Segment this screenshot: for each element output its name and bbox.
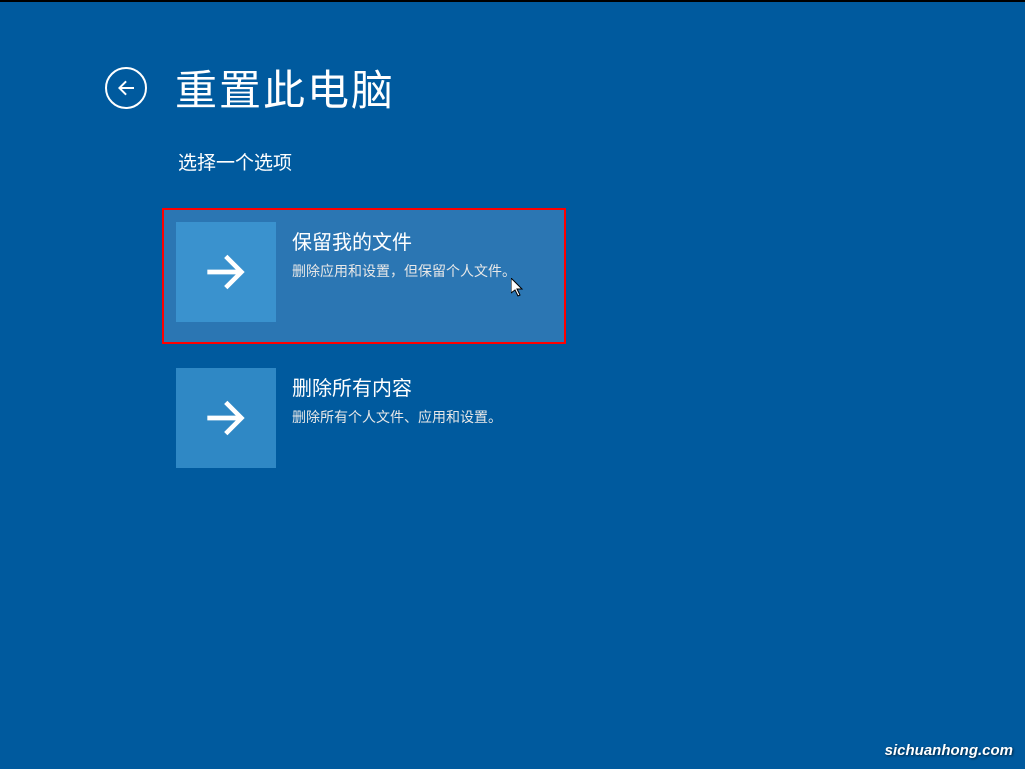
subtitle: 选择一个选项 — [178, 148, 1025, 175]
arrow-right-icon — [176, 368, 276, 468]
arrow-right-icon — [176, 222, 276, 322]
option-desc: 删除所有个人文件、应用和设置。 — [292, 407, 502, 427]
watermark: sichuanhong.com — [885, 742, 1013, 759]
back-button[interactable] — [105, 67, 147, 109]
option-title: 删除所有内容 — [292, 372, 502, 401]
page-title: 重置此电脑 — [175, 57, 395, 118]
option-text: 保留我的文件 删除应用和设置，但保留个人文件。 — [292, 222, 516, 281]
option-text: 删除所有内容 删除所有个人文件、应用和设置。 — [292, 368, 502, 427]
page-header: 重置此电脑 — [0, 2, 1025, 118]
options-container: 保留我的文件 删除应用和设置，但保留个人文件。 删除所有内容 删除所有个人文件、… — [164, 210, 1025, 488]
option-keep-files[interactable]: 保留我的文件 删除应用和设置，但保留个人文件。 — [164, 210, 564, 342]
option-title: 保留我的文件 — [292, 226, 516, 255]
option-remove-everything[interactable]: 删除所有内容 删除所有个人文件、应用和设置。 — [164, 356, 564, 488]
option-desc: 删除应用和设置，但保留个人文件。 — [292, 261, 516, 281]
arrow-left-icon — [114, 76, 138, 100]
